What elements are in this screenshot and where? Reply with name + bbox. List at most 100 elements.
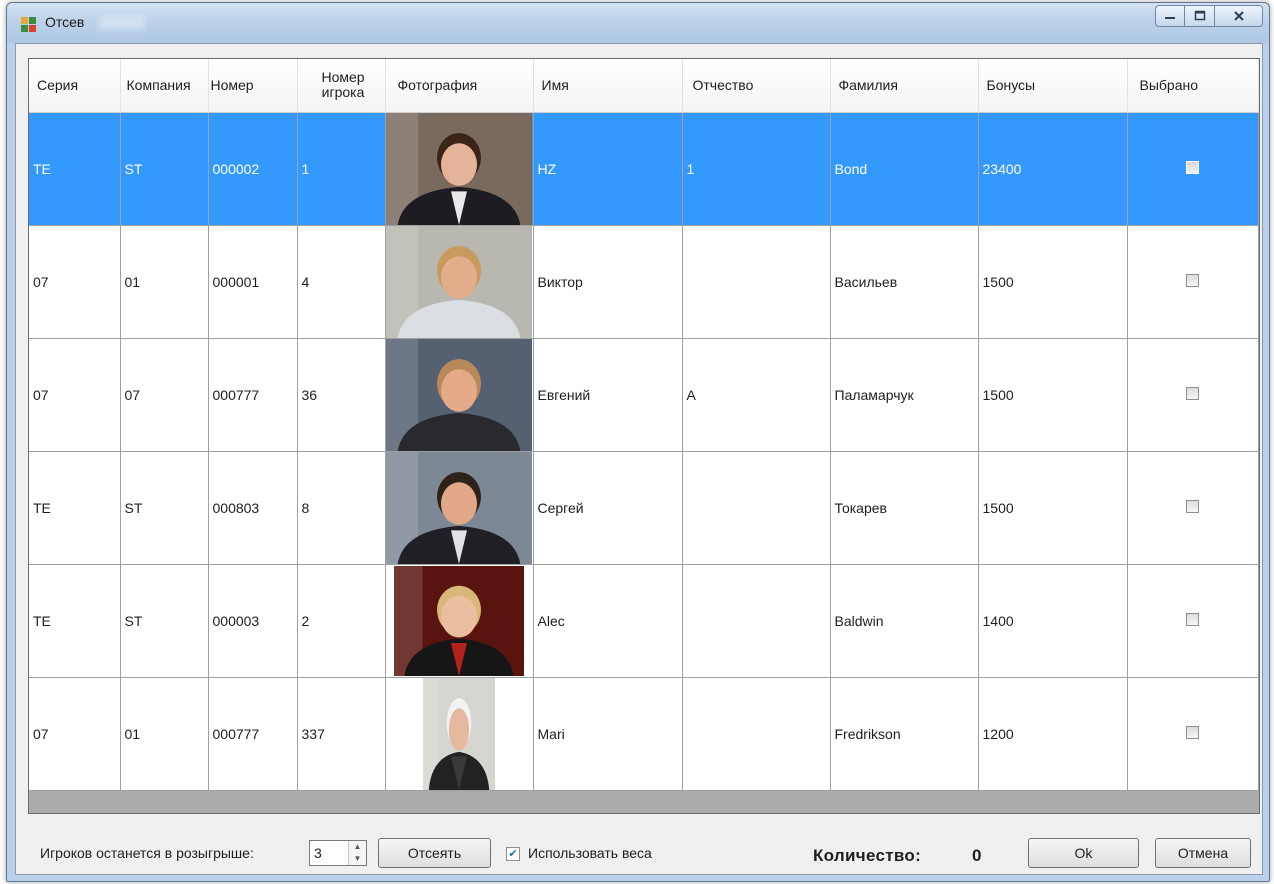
cell-bonus[interactable]: 23400 [978,112,1128,226]
cell-number[interactable]: 000001 [208,225,298,339]
cell-player-number[interactable]: 1 [297,112,386,226]
column-header-bonus[interactable]: Бонусы [978,59,1128,113]
cell-first-name[interactable]: HZ [533,112,683,226]
cell-company[interactable]: 07 [120,338,209,452]
cell-number[interactable]: 000002 [208,112,298,226]
table-row[interactable]: TE ST 000803 8 Сергей Токарев 1500 [29,451,1259,565]
cell-series[interactable]: 07 [29,338,121,452]
column-header-company[interactable]: Компания [120,59,209,113]
cell-photo[interactable] [385,564,534,678]
cell-company[interactable]: ST [120,451,209,565]
cell-player-number[interactable]: 4 [297,225,386,339]
table-row[interactable]: 07 01 000001 4 Виктор Васильев 1500 [29,225,1259,339]
title-bar[interactable]: Отсев [7,3,1269,43]
cell-bonus[interactable]: 1500 [978,225,1128,339]
cell-photo[interactable] [385,451,534,565]
stepper-arrows[interactable]: ▲ ▼ [348,841,366,865]
maximize-icon[interactable] [1185,5,1215,27]
cell-bonus[interactable]: 1400 [978,564,1128,678]
table-row[interactable]: TE ST 000003 2 Alec Baldwin 1400 [29,564,1259,678]
cell-last-name[interactable]: Паламарчук [830,338,979,452]
cell-last-name[interactable]: Fredrikson [830,677,979,791]
cell-player-number[interactable]: 8 [297,451,386,565]
column-header-last-name[interactable]: Фамилия [830,59,979,113]
stepper-up-icon[interactable]: ▲ [349,841,366,853]
filter-button[interactable]: Отсеять [378,838,491,868]
minimize-icon[interactable] [1155,5,1185,27]
cell-selected[interactable] [1127,451,1259,565]
cell-photo[interactable] [385,112,534,226]
cancel-button[interactable]: Отмена [1155,838,1251,868]
cell-last-name[interactable]: Васильев [830,225,979,339]
dialog-window: Отсев Серия Компания Номер Номер игрока … [6,2,1270,882]
cell-patronymic[interactable] [682,564,831,678]
column-header-patronymic[interactable]: Отчество [682,59,831,113]
cell-patronymic[interactable]: 1 [682,112,831,226]
cell-patronymic[interactable]: А [682,338,831,452]
cell-company[interactable]: ST [120,112,209,226]
cell-last-name[interactable]: Baldwin [830,564,979,678]
table-row[interactable]: 07 07 000777 36 Евгений А Паламарчук 1500 [29,338,1259,452]
cell-series[interactable]: TE [29,451,121,565]
remaining-players-stepper[interactable]: 3 ▲ ▼ [309,840,367,866]
column-header-series[interactable]: Серия [29,59,121,113]
cell-number[interactable]: 000777 [208,338,298,452]
column-header-number[interactable]: Номер [208,59,298,113]
cell-first-name[interactable]: Сергей [533,451,683,565]
remaining-players-value[interactable]: 3 [314,845,322,861]
selected-checkbox[interactable] [1186,725,1199,739]
cell-selected[interactable] [1127,564,1259,678]
players-grid[interactable]: Серия Компания Номер Номер игрока Фотогр… [28,58,1260,814]
cell-first-name[interactable]: Alec [533,564,683,678]
remaining-players-label: Игроков останется в розыгрыше: [40,845,254,861]
cell-photo[interactable] [385,677,534,791]
cell-bonus[interactable]: 1500 [978,338,1128,452]
selected-checkbox[interactable] [1186,499,1199,513]
cell-first-name[interactable]: Виктор [533,225,683,339]
column-header-selected[interactable]: Выбрано [1127,59,1259,113]
stepper-down-icon[interactable]: ▼ [349,853,366,865]
cell-series[interactable]: TE [29,564,121,678]
cell-number[interactable]: 000003 [208,564,298,678]
cell-company[interactable]: 01 [120,677,209,791]
cell-selected[interactable] [1127,112,1259,226]
cell-bonus[interactable]: 1200 [978,677,1128,791]
cell-patronymic[interactable] [682,677,831,791]
app-icon [21,17,37,33]
selected-checkbox[interactable] [1186,612,1199,626]
cell-player-number[interactable]: 36 [297,338,386,452]
ok-button[interactable]: Ok [1028,838,1139,868]
cell-number[interactable]: 000777 [208,677,298,791]
cell-company[interactable]: ST [120,564,209,678]
cell-selected[interactable] [1127,677,1259,791]
cell-player-number[interactable]: 337 [297,677,386,791]
selected-checkbox[interactable] [1186,386,1199,400]
cell-series[interactable]: 07 [29,677,121,791]
cell-photo[interactable] [385,225,534,339]
cell-series[interactable]: TE [29,112,121,226]
column-header-photo[interactable]: Фотография [385,59,534,113]
cell-selected[interactable] [1127,338,1259,452]
cell-patronymic[interactable] [682,451,831,565]
cell-selected[interactable] [1127,225,1259,339]
table-row[interactable]: TE ST 000002 1 HZ 1 Bond 23400 [29,112,1259,226]
selected-checkbox[interactable] [1186,273,1199,287]
use-weights-checkbox[interactable]: ✔ [506,847,520,861]
cell-series[interactable]: 07 [29,225,121,339]
cell-number[interactable]: 000803 [208,451,298,565]
selected-checkbox[interactable] [1186,160,1199,174]
cell-last-name[interactable]: Токарев [830,451,979,565]
cell-bonus[interactable]: 1500 [978,451,1128,565]
cell-first-name[interactable]: Mari [533,677,683,791]
column-header-player-number[interactable]: Номер игрока [297,59,386,113]
cell-company[interactable]: 01 [120,225,209,339]
table-row[interactable]: 07 01 000777 337 Mari Fredrikson 1200 [29,677,1259,791]
cell-photo[interactable] [385,338,534,452]
cell-patronymic[interactable] [682,225,831,339]
players-table: Серия Компания Номер Номер игрока Фотогр… [29,59,1259,791]
cell-last-name[interactable]: Bond [830,112,979,226]
close-icon[interactable] [1215,5,1263,27]
cell-first-name[interactable]: Евгений [533,338,683,452]
cell-player-number[interactable]: 2 [297,564,386,678]
column-header-first-name[interactable]: Имя [533,59,683,113]
